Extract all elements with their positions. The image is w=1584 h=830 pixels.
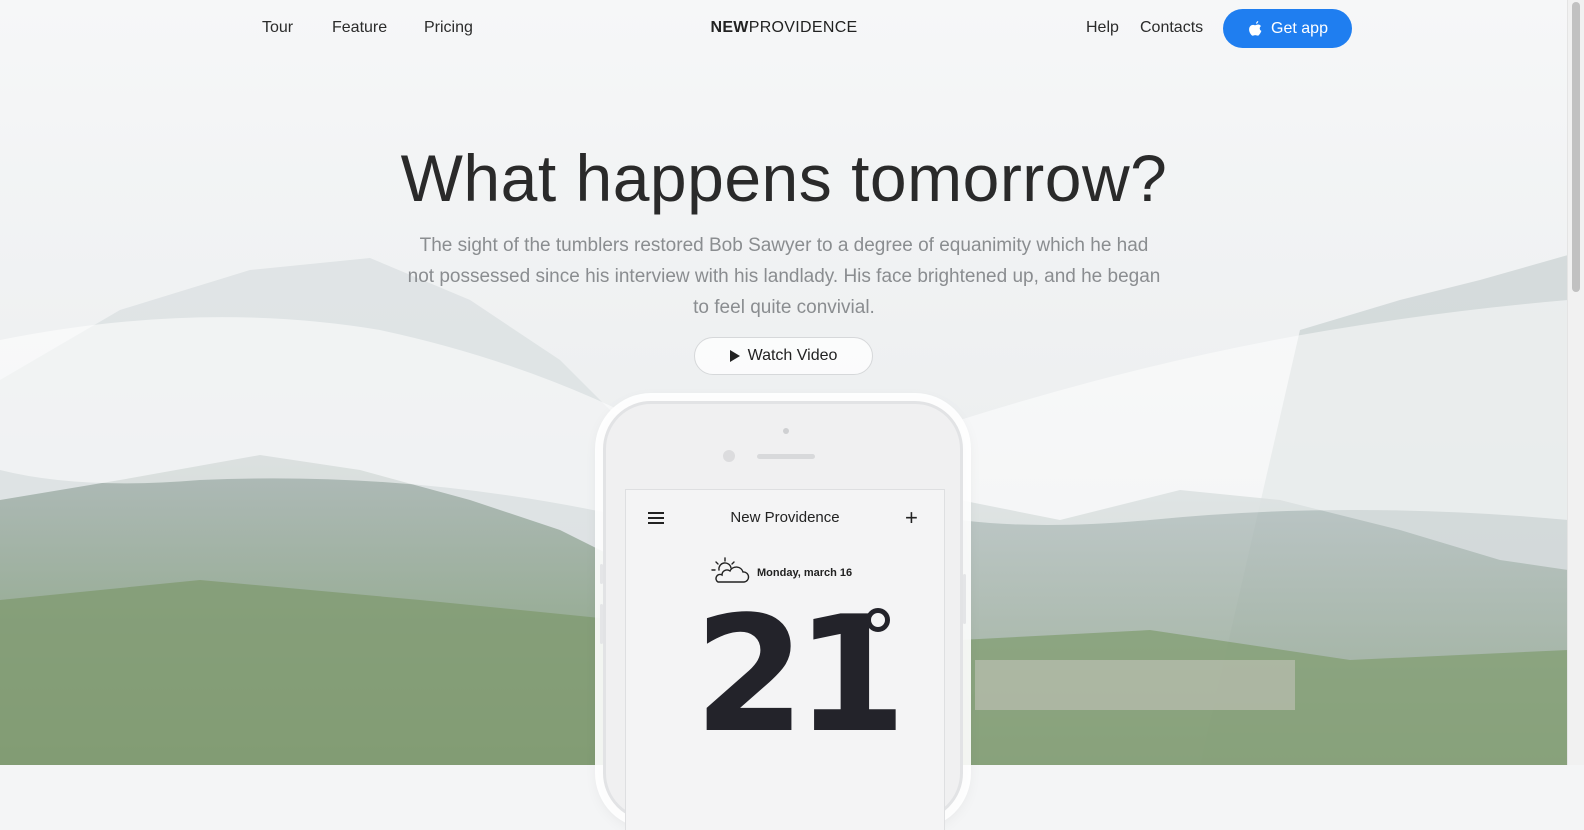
top-nav: Tour Feature Pricing NEWPROVIDENCE Help … — [0, 0, 1568, 58]
nav-link-contacts[interactable]: Contacts — [1140, 19, 1203, 37]
phone-speaker — [757, 454, 815, 459]
hero-headline: What happens tomorrow? — [400, 141, 1168, 215]
phone-side-button — [963, 574, 966, 624]
play-icon — [729, 350, 740, 362]
apple-icon — [1249, 20, 1262, 36]
get-app-label: Get app — [1271, 19, 1328, 37]
app-city-title: New Providence — [730, 509, 840, 526]
phone-camera — [723, 450, 735, 462]
hero-subtext: The sight of the tumblers restored Bob S… — [407, 235, 1161, 318]
get-app-button[interactable]: Get app — [1223, 9, 1352, 48]
phone-side-button — [600, 564, 603, 584]
brand-logo-rest: PROVIDENCE — [748, 19, 858, 36]
phone-mockup: New Providence + Monday, march 16 21 — [600, 401, 966, 830]
phone-screen: New Providence + Monday, march 16 21 — [625, 489, 945, 830]
page-scrollbar[interactable] — [1567, 0, 1584, 765]
nav-link-help[interactable]: Help — [1086, 19, 1119, 37]
brand-logo-bold: NEW — [710, 19, 749, 36]
watch-video-button[interactable]: Watch Video — [694, 337, 873, 375]
watch-video-label: Watch Video — [747, 347, 838, 364]
app-date: Monday, march 16 — [757, 567, 853, 579]
scrollbar-thumb[interactable] — [1572, 2, 1580, 292]
degree-icon — [866, 608, 890, 632]
phone-side-button — [600, 604, 603, 644]
phone-sensor — [783, 428, 789, 434]
plus-icon[interactable]: + — [905, 507, 918, 529]
